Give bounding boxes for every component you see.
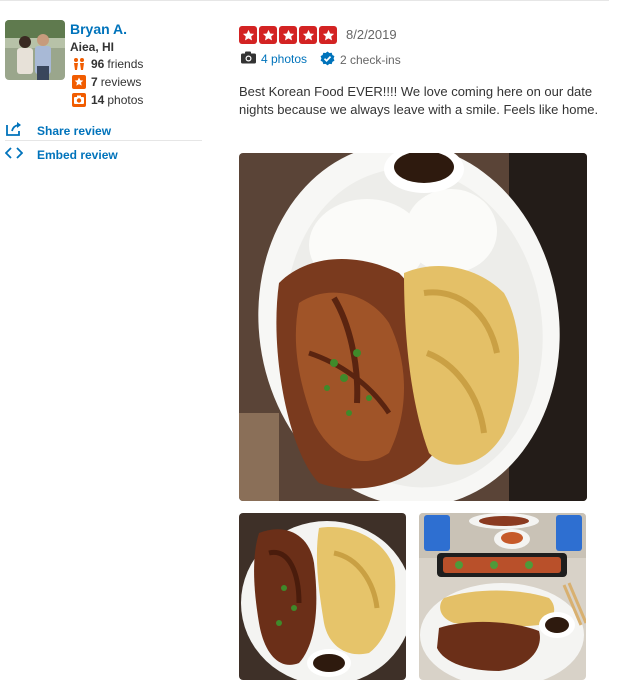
rating-star-icon (299, 26, 317, 44)
avatar[interactable] (5, 20, 65, 80)
review-text: Best Korean Food EVER!!!! We love coming… (239, 84, 599, 117)
code-icon (4, 146, 25, 163)
reviews-stat: 7 reviews (72, 75, 141, 89)
camera-icon (241, 51, 256, 67)
review-photo-2[interactable] (239, 513, 406, 680)
photos-label: photos (107, 93, 144, 107)
review-date: 8/2/2019 (346, 27, 397, 42)
action-divider (5, 140, 202, 141)
friends-count: 96 (91, 57, 105, 71)
share-review-link[interactable]: Share review (5, 121, 111, 140)
reviews-count: 7 (91, 75, 98, 89)
reviews-label: reviews (100, 75, 142, 89)
checkins-badge: 2 check-ins (320, 51, 401, 69)
review-photo-main[interactable] (239, 153, 587, 501)
share-icon (5, 121, 25, 140)
food-photo-table (419, 513, 586, 680)
photos-count: 14 (91, 93, 105, 107)
friends-label: friends (107, 57, 144, 71)
friends-icon (72, 57, 86, 71)
photos-stat: 14 photos (72, 93, 143, 107)
star-icon (72, 75, 86, 89)
embed-review-link[interactable]: Embed review (4, 146, 118, 163)
friends-stat: 96 friends (72, 57, 143, 71)
embed-review-label: Embed review (37, 147, 118, 162)
camera-icon (72, 93, 86, 107)
share-review-label: Share review (37, 123, 112, 138)
avatar-photo (5, 20, 65, 80)
food-photo-plate (239, 513, 406, 680)
rating-star-icon (319, 26, 337, 44)
rating-star-icon (239, 26, 257, 44)
star-rating (239, 26, 337, 44)
checkins-label: 2 check-ins (340, 53, 401, 67)
review-photos-label: 4 photos (261, 52, 308, 66)
rating-star-icon (259, 26, 277, 44)
top-divider (0, 0, 609, 1)
user-location: Aiea, HI (70, 40, 115, 54)
food-photo-plate (239, 153, 587, 501)
check-badge-icon (320, 51, 335, 69)
user-name[interactable]: Bryan A. (70, 21, 127, 37)
rating-star-icon (279, 26, 297, 44)
review-photo-3[interactable] (419, 513, 586, 680)
review-photos-link[interactable]: 4 photos (241, 51, 307, 67)
